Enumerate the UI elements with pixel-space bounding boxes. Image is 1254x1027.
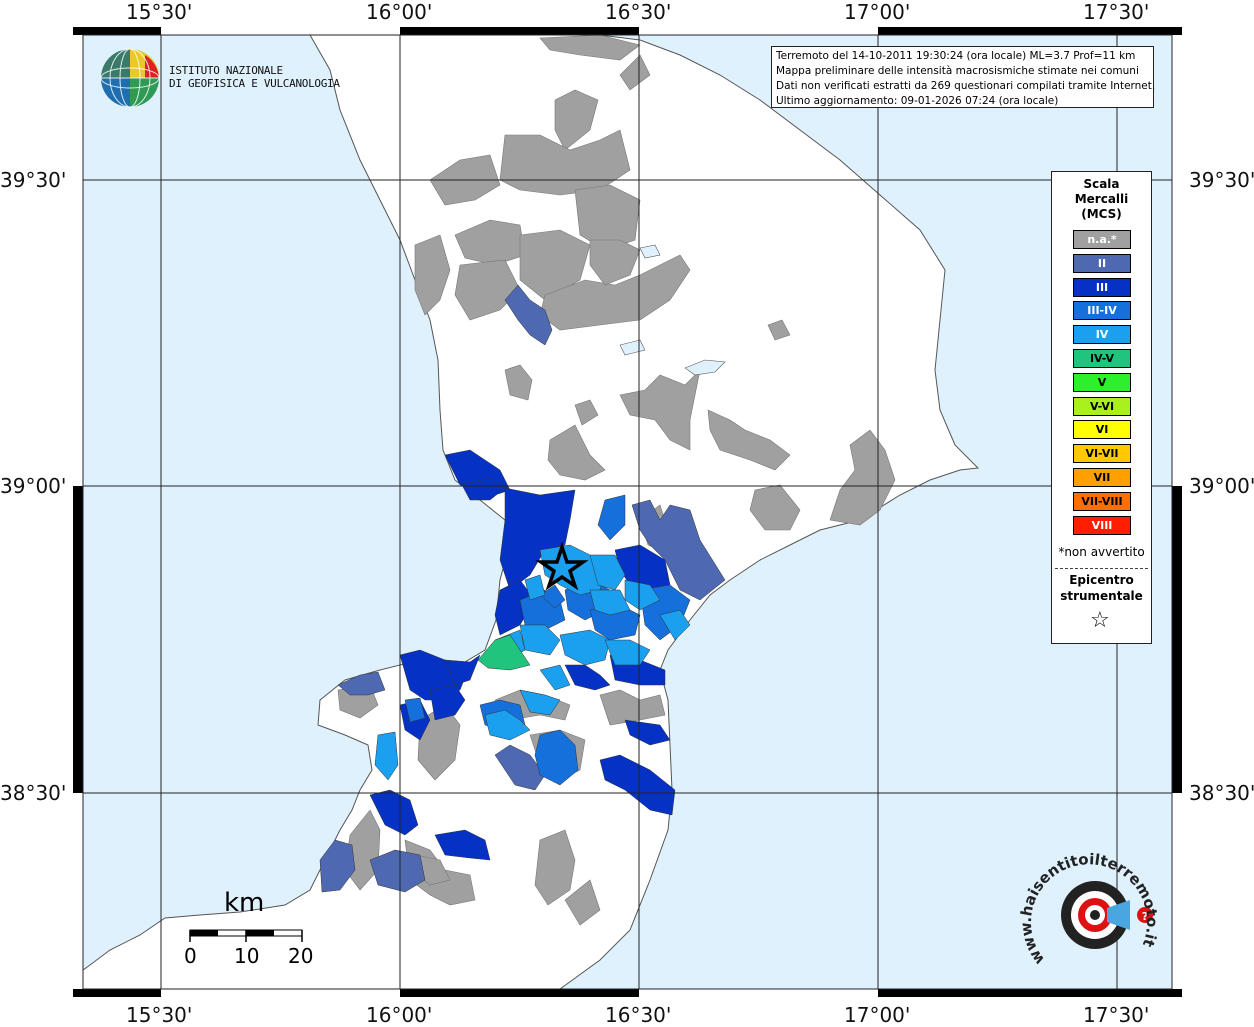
event-info-line-1: Terremoto del 14-10-2011 19:30:24 (ora l… (776, 50, 1136, 62)
lat-label-right-1: 39°30' (1189, 168, 1254, 192)
scale-bar-unit: km (224, 888, 265, 918)
event-info-line-2: Mappa preliminare delle intensità macros… (776, 65, 1139, 77)
legend-swatch-iii-iv: III-IV (1073, 301, 1131, 321)
lon-label-top-4: 17°00' (844, 0, 911, 24)
legend-swatch-iv-v: IV-V (1073, 349, 1131, 368)
ingv-line-2: DI GEOFISICA E VULCANOLOGIA (169, 77, 340, 90)
event-info-box: Terremoto del 14-10-2011 19:30:24 (ora l… (771, 46, 1156, 108)
lon-label-bottom-3: 16°30' (605, 1003, 672, 1027)
legend-title-line-3: (MCS) (1081, 207, 1122, 221)
scale-bar-tick-20: 20 (288, 944, 314, 968)
lat-label-right-2: 39°00' (1189, 474, 1254, 498)
star-outline-icon: ☆ (1090, 608, 1110, 633)
legend-title-line-2: Mercalli (1074, 192, 1129, 206)
legend-swatch-vii: VII (1073, 468, 1131, 487)
legend-swatch-vii-viii: VII-VIII (1073, 491, 1131, 511)
legend-epicenter-line-1: Epicentro (1069, 573, 1134, 587)
legend-swatch-ii: II (1073, 253, 1131, 273)
lat-label-left-3: 38°30' (0, 781, 67, 805)
legend-swatch-v: V (1073, 372, 1131, 392)
lon-label-top-3: 16°30' (605, 0, 672, 24)
ingv-line-1: ISTITUTO NAZIONALE (169, 64, 283, 77)
legend-swatch-vi: VI (1073, 420, 1131, 440)
scale-bar-tick-10: 10 (234, 944, 260, 968)
lon-label-bottom-1: 15°30' (126, 1003, 193, 1027)
legend-title: Scala Mercalli (MCS) (1052, 177, 1151, 222)
legend-epicenter-label: Epicentro strumentale (1052, 572, 1151, 604)
lon-label-bottom-2: 16°00' (366, 1003, 433, 1027)
ingv-logo-text: ISTITUTO NAZIONALE DI GEOFISICA E VULCAN… (169, 64, 340, 90)
legend-swatch-iii: III (1073, 277, 1131, 297)
lon-label-bottom-5: 17°30' (1083, 1003, 1150, 1027)
lat-label-left-2: 39°00' (0, 474, 67, 498)
lon-label-top-1: 15°30' (126, 0, 193, 24)
legend-epicenter-line-2: strumentale (1060, 589, 1143, 603)
mcs-legend: Scala Mercalli (MCS) n.a.* II III III-IV IV I… (1051, 171, 1152, 644)
lon-label-top-2: 16°00' (366, 0, 433, 24)
legend-swatch-v-vi: V-VI (1073, 396, 1131, 416)
event-info-line-4: Ultimo aggiornamento: 09-01-2026 07:24 (… (776, 95, 1059, 107)
legend-divider (1055, 568, 1148, 569)
legend-title-line-1: Scala (1083, 177, 1120, 191)
legend-swatch-viii: VIII (1073, 515, 1131, 535)
lon-label-bottom-4: 17°00' (844, 1003, 911, 1027)
legend-swatch-n-a: n.a.* (1073, 230, 1131, 249)
legend-swatch-iv: IV (1073, 325, 1131, 345)
scale-bar-tick-0: 0 (184, 944, 197, 968)
lat-label-right-3: 38°30' (1189, 781, 1254, 805)
event-info-line-3: Dati non verificati estratti da 269 ques… (776, 80, 1156, 92)
lat-label-left-1: 39°30' (0, 168, 67, 192)
legend-note: *non avvertito (1058, 545, 1145, 559)
ingv-globe-icon (100, 48, 160, 108)
legend-swatch-vi-vii: VI-VII (1073, 444, 1131, 464)
lon-label-top-5: 17°30' (1083, 0, 1150, 24)
